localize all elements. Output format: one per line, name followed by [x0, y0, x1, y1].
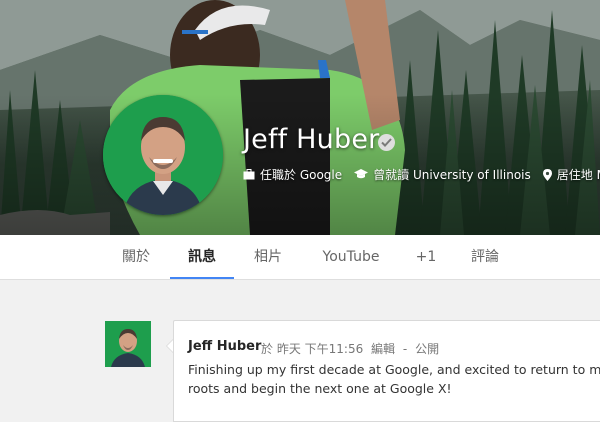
post-meta-separator: -	[402, 342, 408, 356]
cover-photo: Jeff Huber 任職於 Google 曾就讀 University of …	[0, 0, 600, 235]
graduation-cap-icon	[354, 169, 369, 179]
post-text-line: roots and begin the next one at Google X…	[188, 381, 452, 396]
location-pin-icon	[542, 168, 552, 181]
education-info: 曾就讀 University of Illinois	[354, 166, 531, 183]
post-timestamp[interactable]: 於 昨天 下午11:56	[261, 342, 363, 356]
tab-about[interactable]: 關於	[108, 235, 164, 279]
briefcase-icon	[243, 169, 255, 180]
verified-icon	[378, 134, 395, 151]
education-info-text: 曾就讀 University of Illinois	[373, 168, 531, 182]
profile-avatar-portrait	[103, 95, 223, 215]
tab-posts[interactable]: 訊息	[170, 235, 234, 279]
location-info: 居住地 Men	[542, 166, 600, 183]
post-edited: 編輯	[371, 342, 396, 356]
tab-plus-one[interactable]: +1	[408, 235, 444, 279]
tab-photos[interactable]: 相片	[240, 235, 296, 279]
post-visibility[interactable]: 公開	[415, 342, 439, 356]
post-author-avatar[interactable]	[105, 321, 151, 367]
location-info-text: 居住地 Men	[556, 168, 600, 182]
tab-reviews[interactable]: 評論	[460, 235, 510, 279]
profile-name: Jeff Huber	[243, 124, 380, 155]
tab-youtube[interactable]: YouTube	[313, 235, 389, 279]
post-meta: 於 昨天 下午11:56 編輯 - 公開	[261, 340, 443, 357]
post-avatar-portrait	[105, 321, 151, 367]
profile-avatar[interactable]	[103, 95, 223, 215]
profile-info-row: 任職於 Google 曾就讀 University of Illinois 居住…	[243, 166, 600, 183]
post-text-line: Finishing up my first decade at Google, …	[188, 362, 600, 377]
work-info-text: 任職於 Google	[260, 168, 343, 182]
post-body: Finishing up my first decade at Google, …	[188, 360, 600, 398]
cover-shade	[0, 0, 600, 235]
profile-tabs: 關於 訊息 相片 YouTube +1 評論	[0, 235, 600, 280]
work-info: 任職於 Google	[243, 166, 342, 183]
post-author-name[interactable]: Jeff Huber	[188, 339, 261, 354]
